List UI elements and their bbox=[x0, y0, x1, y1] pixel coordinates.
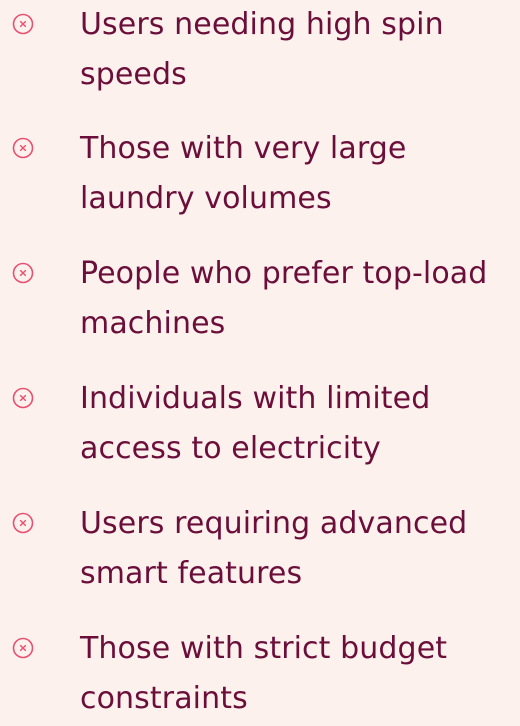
list-item-text: People who prefer top-load machines bbox=[80, 249, 516, 349]
circle-x-icon bbox=[12, 13, 34, 35]
list-item-line-2: speeds bbox=[80, 57, 187, 92]
circle-x-icon bbox=[12, 137, 34, 159]
list-item-text: Those with very large laundry volumes bbox=[80, 124, 516, 224]
list-item: Individuals with limited access to elect… bbox=[0, 374, 520, 474]
circle-x-icon bbox=[12, 637, 34, 659]
list-item-line-2: smart features bbox=[80, 556, 303, 591]
list-item-text: Those with strict budget constraints bbox=[80, 624, 516, 724]
list-item-line-2: laundry volumes bbox=[80, 181, 332, 216]
list-item: Those with strict budget constraints bbox=[0, 624, 520, 724]
circle-x-icon bbox=[12, 512, 34, 534]
list-item-line-2: machines bbox=[80, 306, 226, 341]
list-item-line-1: Those with very large bbox=[80, 131, 407, 166]
circle-x-icon bbox=[12, 387, 34, 409]
list-item-line-2: access to electricity bbox=[80, 431, 381, 466]
circle-x-icon bbox=[12, 262, 34, 284]
list-item: People who prefer top-load machines bbox=[0, 249, 520, 349]
list-item-text: Users requiring advanced smart features bbox=[80, 499, 516, 599]
exclusion-list: Users needing high spin speeds Those wit… bbox=[0, 0, 520, 726]
list-item-line-1: People who prefer top-load bbox=[80, 256, 488, 291]
list-item-line-1: Individuals with limited bbox=[80, 381, 431, 416]
list-item: Users needing high spin speeds bbox=[0, 0, 520, 100]
list-item-line-2: constraints bbox=[80, 681, 248, 716]
list-item: Users requiring advanced smart features bbox=[0, 499, 520, 599]
list-item-text: Users needing high spin speeds bbox=[80, 0, 516, 100]
list-item-line-1: Those with strict budget bbox=[80, 631, 448, 666]
list-item-line-1: Users requiring advanced bbox=[80, 506, 468, 541]
list-item-line-1: Users needing high spin bbox=[80, 7, 444, 42]
list-item-text: Individuals with limited access to elect… bbox=[80, 374, 516, 474]
list-item: Those with very large laundry volumes bbox=[0, 124, 520, 224]
